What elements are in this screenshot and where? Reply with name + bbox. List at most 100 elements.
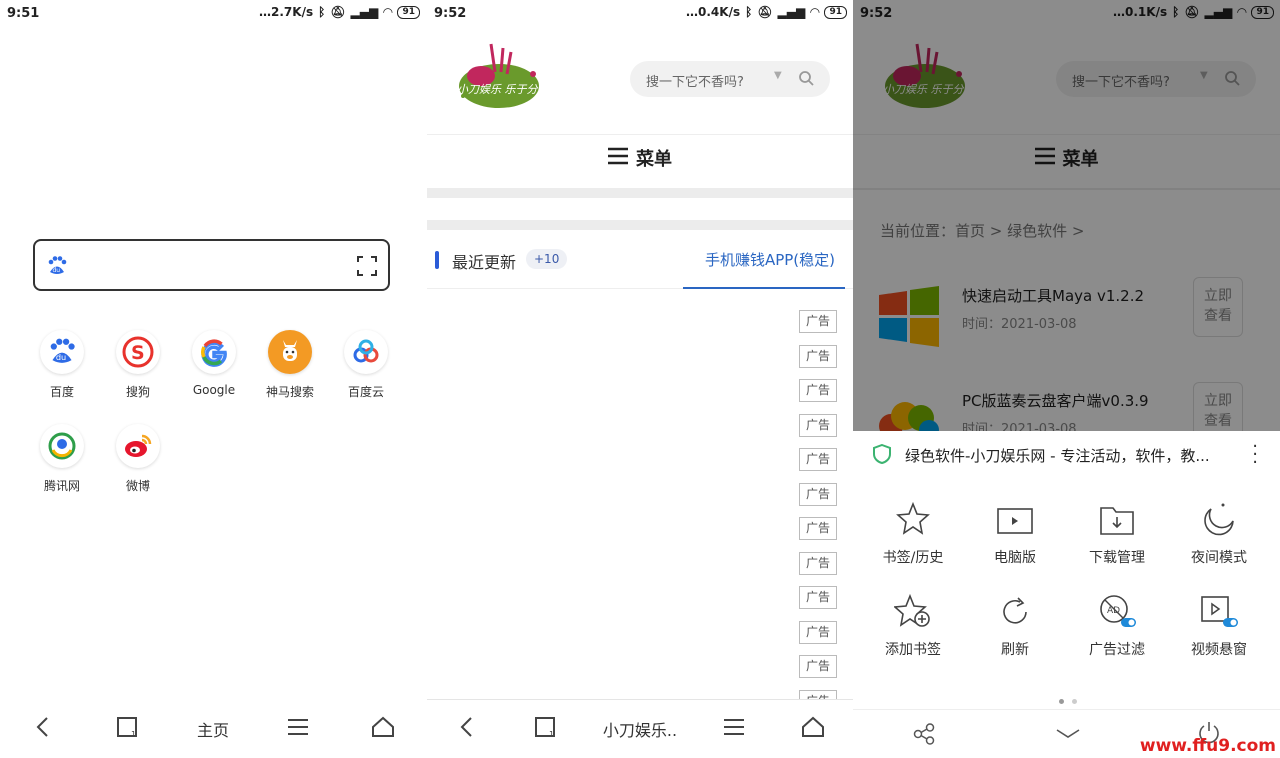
tabs-icon[interactable]: 1 — [98, 716, 158, 742]
ad-tag[interactable]: 广告 — [799, 551, 837, 575]
ad-tag[interactable]: 广告 — [799, 344, 837, 368]
ad-tag[interactable]: 广告 — [799, 586, 837, 609]
svg-text:AD: AD — [1107, 606, 1120, 616]
dim-overlay[interactable] — [853, 0, 1280, 431]
shortcut-label: 腾讯网 — [43, 479, 80, 493]
divider — [427, 188, 853, 198]
shortcut-label: Google — [192, 383, 236, 397]
watermark-text: www.ffu9.com — [1139, 736, 1276, 756]
wifi-icon: ◠ — [383, 5, 393, 19]
signal-icon: ▂▄▆ — [350, 5, 379, 19]
ad-tag[interactable]: 广告 — [799, 517, 837, 540]
bluetooth-icon: ᛒ — [745, 5, 753, 19]
option-label: 广告过滤 — [1089, 642, 1145, 658]
search-icon[interactable] — [798, 70, 814, 90]
status-time: 9:51 — [7, 6, 40, 21]
option-label: 视频悬窗 — [1191, 642, 1247, 658]
site-search-box[interactable]: 搜一下它不香吗? ▼ — [630, 61, 830, 97]
baidu-paw-icon: du — [40, 330, 84, 374]
shortcut-baidu-cloud[interactable]: 百度云 — [328, 330, 404, 400]
svg-text:du: du — [53, 267, 61, 274]
home-search-box[interactable]: du — [33, 239, 390, 291]
option-label: 电脑版 — [994, 550, 1036, 566]
svg-text:1: 1 — [131, 730, 136, 738]
recent-count-badge: +10 — [526, 249, 568, 269]
option-label: 刷新 — [1001, 642, 1029, 658]
battery-icon: 91 — [824, 5, 847, 19]
shortcut-label: 搜狗 — [125, 385, 150, 399]
section-marker — [435, 251, 439, 269]
status-time: 9:52 — [434, 6, 467, 21]
option-night-mode[interactable]: 夜间模式 — [1174, 497, 1264, 567]
night-moon-icon — [1174, 497, 1264, 537]
tabs-icon[interactable]: 1 — [516, 716, 576, 742]
collapse-chevron-icon[interactable] — [1055, 726, 1081, 745]
shenma-llama-icon — [268, 330, 312, 374]
ad-filter-icon: AD — [1072, 589, 1162, 629]
svg-text:小刀娱乐 乐于分享: 小刀娱乐 乐于分享 — [457, 83, 547, 96]
shortcut-shenma[interactable]: 神马搜索 — [252, 330, 328, 400]
option-download-manager[interactable]: 下载管理 — [1072, 497, 1162, 567]
shortcut-label: 百度 — [49, 385, 74, 399]
share-icon[interactable] — [913, 723, 935, 749]
tab-money-apps[interactable]: 手机赚钱APP(稳定) — [705, 249, 835, 270]
desktop-mode-icon — [970, 497, 1060, 537]
page-indicator — [1055, 689, 1081, 708]
option-label: 书签/历史 — [882, 550, 944, 566]
home-icon[interactable] — [783, 716, 843, 742]
menu-icon[interactable] — [268, 718, 328, 740]
bookmark-star-icon — [868, 497, 958, 537]
wifi-icon: ◠ — [810, 5, 820, 19]
shortcut-tencent[interactable]: 腾讯网 — [24, 424, 100, 494]
shield-icon — [873, 443, 891, 468]
home-label[interactable]: 主页 — [183, 717, 243, 741]
ad-list: 广告 广告 广告 广告 广告 广告 广告 广告 广告 广告 广告 广告 — [799, 310, 839, 724]
option-refresh[interactable]: 刷新 — [970, 589, 1060, 659]
option-desktop-mode[interactable]: 电脑版 — [970, 497, 1060, 567]
option-add-bookmark[interactable]: 添加书签 — [868, 589, 958, 659]
site-logo-icon[interactable]: 小刀娱乐 乐于分享 — [451, 38, 550, 122]
option-ad-filter[interactable]: AD 广告过滤 — [1072, 589, 1162, 659]
status-bar: 9:51 …2.7K/s ᛒ 🔕︎ ▂▄▆ ◠ 91 — [0, 0, 426, 28]
hamburger-icon — [608, 135, 628, 185]
tab-recent[interactable]: 最近更新 — [452, 249, 516, 273]
back-icon[interactable] — [437, 716, 497, 742]
scan-icon[interactable] — [356, 255, 378, 281]
sogou-icon: S — [116, 330, 160, 374]
shortcut-google[interactable]: Google — [176, 330, 252, 397]
divider — [427, 220, 853, 230]
shortcut-baidu[interactable]: du 百度 — [24, 330, 100, 400]
option-video-float[interactable]: 视频悬窗 — [1174, 589, 1264, 659]
menu-toggle[interactable]: 菜单 — [427, 135, 853, 187]
baidu-paw-icon: du — [46, 255, 68, 281]
more-vert-icon[interactable]: · · · — [1252, 438, 1258, 472]
ad-tag[interactable]: 广告 — [799, 620, 837, 644]
dropdown-arrow-icon[interactable]: ▼ — [774, 70, 782, 81]
network-speed: …2.7K/s — [259, 5, 314, 19]
network-speed: …0.4K/s — [686, 5, 741, 19]
active-tab-underline — [683, 287, 845, 289]
ad-tag[interactable]: 广告 — [799, 310, 837, 333]
shortcut-weibo[interactable]: 微博 — [100, 424, 176, 494]
add-bookmark-icon — [868, 589, 958, 629]
shortcut-label: 百度云 — [347, 385, 384, 399]
battery-icon: 91 — [397, 5, 420, 19]
svg-text:1: 1 — [549, 730, 554, 738]
ad-tag[interactable]: 广告 — [799, 482, 837, 506]
refresh-icon — [970, 589, 1060, 629]
page-title-label[interactable]: 小刀娱乐.. — [595, 717, 685, 741]
bluetooth-icon: ᛒ — [318, 5, 326, 19]
video-float-icon — [1174, 589, 1264, 629]
ad-tag[interactable]: 广告 — [799, 655, 837, 678]
mute-icon: 🔕︎ — [757, 5, 773, 19]
ad-tag[interactable]: 广告 — [799, 413, 837, 437]
home-icon[interactable] — [353, 716, 413, 742]
ad-tag[interactable]: 广告 — [799, 379, 837, 402]
menu-icon[interactable] — [704, 718, 764, 740]
option-label: 下载管理 — [1089, 550, 1145, 566]
back-icon[interactable] — [13, 716, 73, 742]
shortcut-sogou[interactable]: S 搜狗 — [100, 330, 176, 400]
option-bookmarks-history[interactable]: 书签/历史 — [868, 497, 958, 567]
shortcut-label: 微博 — [125, 479, 150, 493]
ad-tag[interactable]: 广告 — [799, 448, 837, 471]
